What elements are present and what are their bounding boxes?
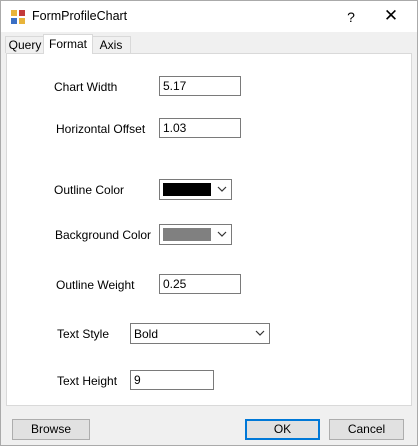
text-style-label: Text Style <box>57 327 110 341</box>
text-height-label: Text Height <box>57 374 118 388</box>
close-button[interactable]: ✕ <box>371 3 411 31</box>
browse-button[interactable]: Browse <box>12 419 90 440</box>
help-button[interactable]: ? <box>336 3 366 31</box>
chart-width-input[interactable]: 5.17 <box>159 76 241 96</box>
title-bar[interactable]: FormProfileChart ? ✕ <box>1 1 417 32</box>
chevron-down-icon <box>217 231 227 237</box>
cancel-button[interactable]: Cancel <box>329 419 404 440</box>
window-title: FormProfileChart <box>32 9 128 23</box>
chevron-down-icon <box>217 186 227 192</box>
background-color-dropdown[interactable] <box>159 224 232 245</box>
outline-weight-label: Outline Weight <box>56 278 135 292</box>
chart-width-label: Chart Width <box>54 80 118 94</box>
text-style-value: Bold <box>134 327 159 341</box>
ok-button[interactable]: OK <box>245 419 320 440</box>
outline-color-label: Outline Color <box>54 183 125 197</box>
outline-color-swatch <box>163 183 211 196</box>
text-height-input[interactable]: 9 <box>130 370 214 390</box>
text-style-dropdown[interactable]: Bold <box>130 323 270 344</box>
outline-color-dropdown[interactable] <box>159 179 232 200</box>
background-color-swatch <box>163 228 211 241</box>
tab-query[interactable]: Query <box>5 36 45 53</box>
background-color-label: Background Color <box>55 228 152 242</box>
tab-format[interactable]: Format <box>43 34 93 54</box>
chevron-down-icon <box>255 330 265 336</box>
horizontal-offset-input[interactable]: 1.03 <box>159 118 241 138</box>
dialog-window: FormProfileChart ? ✕ Query Format Axis C… <box>0 0 418 446</box>
outline-weight-input[interactable]: 0.25 <box>159 274 241 294</box>
tab-axis[interactable]: Axis <box>91 36 131 53</box>
horizontal-offset-label: Horizontal Offset <box>56 122 146 136</box>
app-chart-icon <box>11 10 25 24</box>
